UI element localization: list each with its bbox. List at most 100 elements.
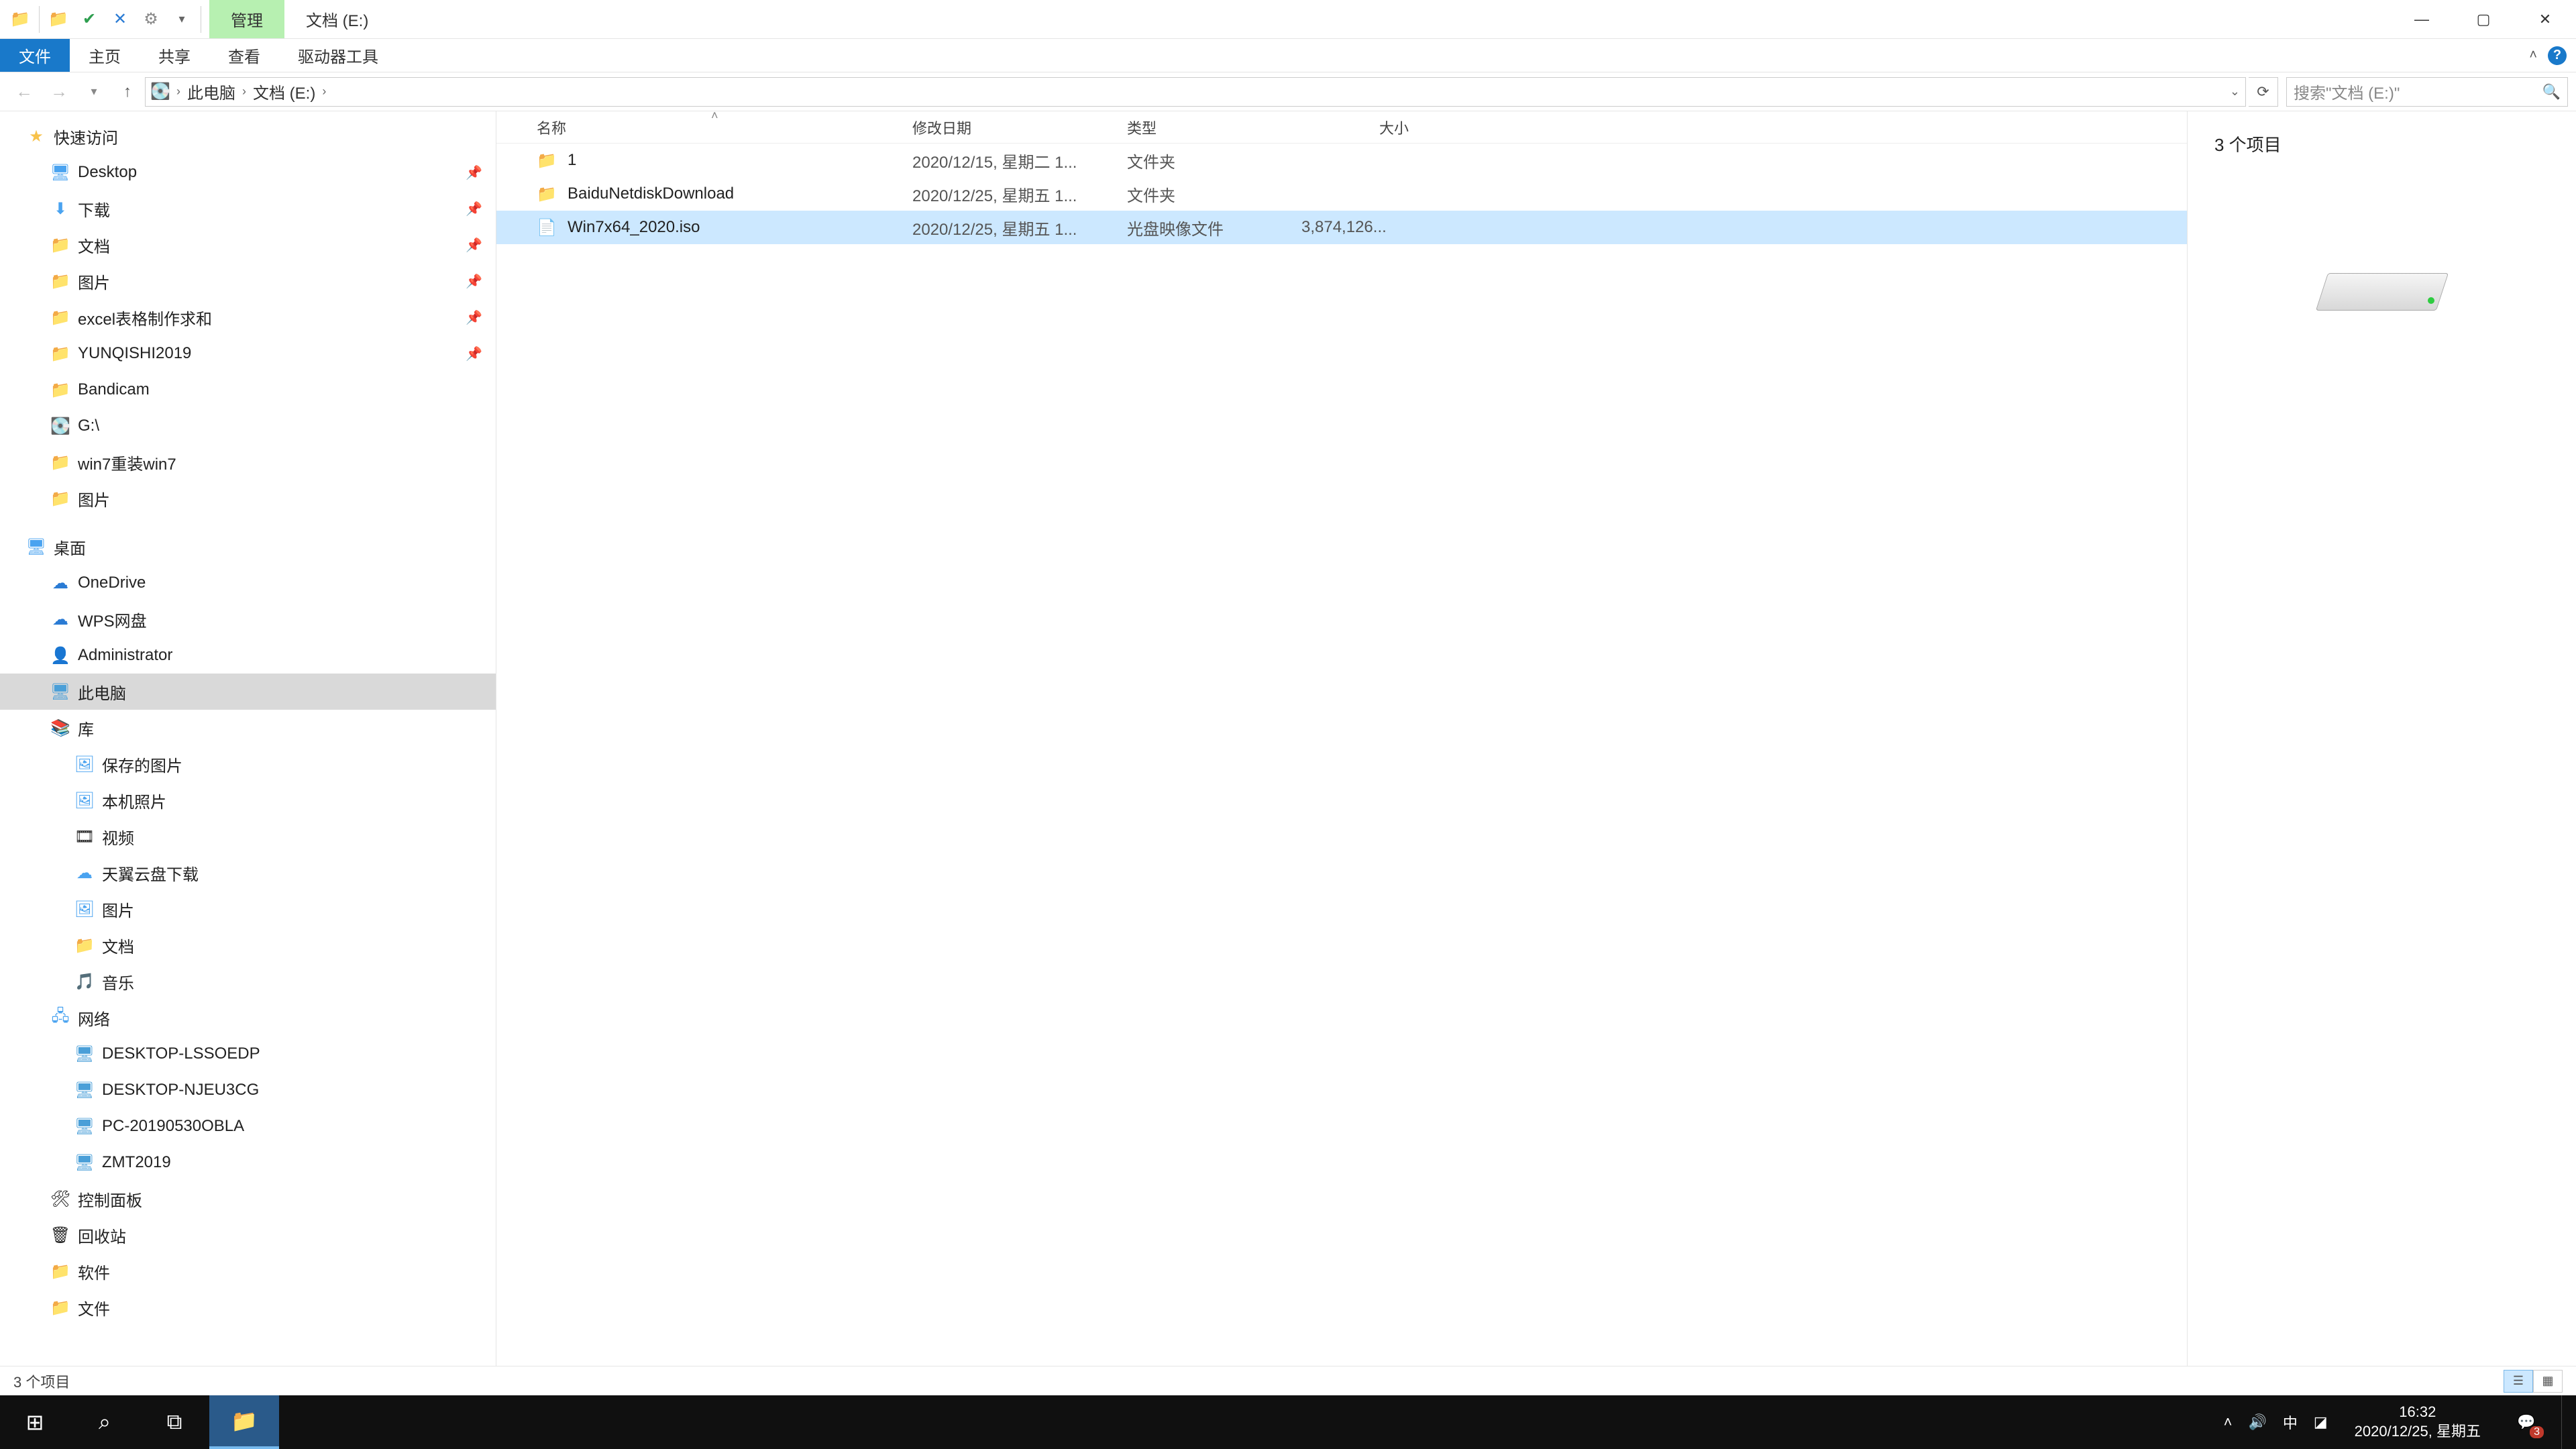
qat-close-icon[interactable]: ✕ xyxy=(105,5,135,34)
nav-back-button[interactable]: ← xyxy=(8,76,40,108)
tree-network-pc3[interactable]: 🖥PC-20190530OBLA xyxy=(0,1108,496,1144)
address-dropdown-icon[interactable]: ⌄ xyxy=(2230,85,2240,99)
ribbon-tab-view[interactable]: 查看 xyxy=(209,39,279,72)
nav-up-button[interactable]: ↑ xyxy=(113,77,142,107)
column-name[interactable]: 名称 xyxy=(537,117,912,138)
qat-check-icon[interactable]: ✔ xyxy=(74,5,104,34)
pc-icon: 🖥 xyxy=(75,1117,94,1136)
tree-excel[interactable]: 📁excel表格制作求和📌 xyxy=(0,299,496,335)
nav-history-dropdown[interactable]: ▾ xyxy=(78,76,110,108)
app-icon[interactable]: 📁 xyxy=(5,5,35,34)
separator xyxy=(39,6,40,33)
tree-downloads[interactable]: ⬇下载📌 xyxy=(0,191,496,227)
tree-local-pictures[interactable]: 🖼本机照片 xyxy=(0,782,496,818)
tree-files[interactable]: 📁文件 xyxy=(0,1289,496,1326)
tree-network-pc1[interactable]: 🖥DESKTOP-LSSOEDP xyxy=(0,1036,496,1072)
qat-gear-icon[interactable]: ⚙ xyxy=(136,5,166,34)
main-content: ★快速访问 🖥Desktop📌 ⬇下载📌 📁文档📌 📁图片📌 📁excel表格制… xyxy=(0,111,2576,1366)
details-view-button[interactable]: ☰ xyxy=(2504,1370,2533,1393)
search-button[interactable]: ⌕ xyxy=(70,1395,140,1449)
library-icon: 📚 xyxy=(51,718,70,737)
minimize-button[interactable]: — xyxy=(2391,0,2453,39)
address-bar[interactable]: 💽 › 此电脑 › 文档 (E:) › ⌄ xyxy=(145,77,2246,107)
ribbon-collapse-icon[interactable]: ˄ xyxy=(2529,48,2537,63)
chevron-right-icon[interactable]: › xyxy=(172,85,184,99)
tree-network-pc2[interactable]: 🖥DESKTOP-NJEU3CG xyxy=(0,1072,496,1108)
breadcrumb-this-pc[interactable]: 此电脑 xyxy=(187,80,235,103)
cloud-icon: ☁ xyxy=(51,610,70,629)
tree-pictures2[interactable]: 📁图片 xyxy=(0,480,496,517)
tree-recycle-bin[interactable]: 🗑回收站 xyxy=(0,1217,496,1253)
tree-documents[interactable]: 📁文档📌 xyxy=(0,227,496,263)
tree-control-panel[interactable]: 🛠控制面板 xyxy=(0,1181,496,1217)
tree-network[interactable]: 🖧网络 xyxy=(0,1000,496,1036)
qat-folder-icon[interactable]: 📁 xyxy=(44,5,73,34)
icons-view-button[interactable]: ▦ xyxy=(2533,1370,2563,1393)
task-view-button[interactable]: ⧉ xyxy=(140,1395,209,1449)
folder-icon: 📁 xyxy=(51,344,70,363)
tree-lib-music[interactable]: 🎵音乐 xyxy=(0,963,496,1000)
tree-label: 图片 xyxy=(78,270,110,293)
ime-indicator[interactable]: 中 xyxy=(2283,1411,2298,1433)
column-size[interactable]: 大小 xyxy=(1301,117,1422,138)
ribbon-tab-file[interactable]: 文件 xyxy=(0,39,70,72)
qat-dropdown-icon[interactable]: ▾ xyxy=(167,5,197,34)
tree-quick-access[interactable]: ★快速访问 xyxy=(0,118,496,154)
file-row[interactable]: 📄Win7x64_2020.iso2020/12/25, 星期五 1...光盘映… xyxy=(496,211,2187,244)
tree-software[interactable]: 📁软件 xyxy=(0,1253,496,1289)
tree-bandicam[interactable]: 📁Bandicam xyxy=(0,372,496,408)
file-icon: 📄 xyxy=(537,217,557,237)
close-button[interactable]: ✕ xyxy=(2514,0,2576,39)
cloud-icon: ☁ xyxy=(51,574,70,592)
maximize-button[interactable]: ▢ xyxy=(2453,0,2514,39)
tree-gdrive[interactable]: 💽G:\ xyxy=(0,408,496,444)
search-box[interactable]: 搜索"文档 (E:)" 🔍 xyxy=(2286,77,2568,107)
preview-pane: 3 个项目 xyxy=(2187,111,2576,1366)
tree-libraries[interactable]: 📚库 xyxy=(0,710,496,746)
tree-admin[interactable]: 👤Administrator xyxy=(0,637,496,674)
folder-icon: 📁 xyxy=(51,489,70,508)
show-desktop-button[interactable] xyxy=(2561,1395,2569,1449)
tree-this-pc[interactable]: 🖥此电脑 xyxy=(0,674,496,710)
tray-overflow-icon[interactable]: ˄ xyxy=(2224,1413,2233,1431)
file-row[interactable]: 📁12020/12/15, 星期二 1...文件夹 xyxy=(496,144,2187,177)
tree-desktop[interactable]: 🖥Desktop📌 xyxy=(0,154,496,191)
tree-pictures[interactable]: 📁图片📌 xyxy=(0,263,496,299)
tree-tianyi[interactable]: ☁天翼云盘下载 xyxy=(0,855,496,891)
file-date: 2020/12/25, 星期五 1... xyxy=(912,182,1127,206)
tree-yunqishi[interactable]: 📁YUNQISHI2019📌 xyxy=(0,335,496,372)
column-type[interactable]: 类型 xyxy=(1127,117,1301,138)
action-center-icon[interactable]: 💬3 xyxy=(2508,1403,2545,1441)
tree-desktop-root[interactable]: 🖥桌面 xyxy=(0,529,496,565)
tree-label: ZMT2019 xyxy=(102,1153,171,1172)
tree-network-pc4[interactable]: 🖥ZMT2019 xyxy=(0,1144,496,1181)
tree-onedrive[interactable]: ☁OneDrive xyxy=(0,565,496,601)
refresh-button[interactable]: ⟳ xyxy=(2249,77,2278,107)
volume-icon[interactable]: 🔊 xyxy=(2248,1413,2266,1431)
chevron-right-icon[interactable]: › xyxy=(318,85,330,99)
ribbon-tabs: 文件 主页 共享 查看 驱动器工具 ˄ ? xyxy=(0,39,2576,72)
tree-wps[interactable]: ☁WPS网盘 xyxy=(0,601,496,637)
ribbon-tab-home[interactable]: 主页 xyxy=(70,39,140,72)
tree-lib-documents[interactable]: 📁文档 xyxy=(0,927,496,963)
tree-videos[interactable]: 🎞视频 xyxy=(0,818,496,855)
help-icon[interactable]: ? xyxy=(2548,46,2567,65)
ribbon-tab-drive-tools[interactable]: 驱动器工具 xyxy=(279,39,397,72)
tree-saved-pictures[interactable]: 🖼保存的图片 xyxy=(0,746,496,782)
column-date[interactable]: 修改日期 xyxy=(912,117,1127,138)
clock[interactable]: 16:32 2020/12/25, 星期五 xyxy=(2344,1403,2491,1441)
breadcrumb-location[interactable]: 文档 (E:) xyxy=(253,80,315,103)
search-icon[interactable]: 🔍 xyxy=(2542,83,2561,101)
start-button[interactable]: ⊞ xyxy=(0,1395,70,1449)
tree-lib-pictures[interactable]: 🖼图片 xyxy=(0,891,496,927)
chevron-right-icon[interactable]: › xyxy=(238,85,250,99)
tray-app-icon[interactable]: ◪ xyxy=(2314,1413,2328,1431)
file-explorer-taskbar-icon[interactable]: 📁 xyxy=(209,1395,279,1449)
nav-forward-button[interactable]: → xyxy=(43,76,75,108)
contextual-tab-manage[interactable]: 管理 xyxy=(209,0,284,38)
file-row[interactable]: 📁BaiduNetdiskDownload2020/12/25, 星期五 1..… xyxy=(496,177,2187,211)
ribbon-tab-share[interactable]: 共享 xyxy=(140,39,209,72)
tree-win7[interactable]: 📁win7重装win7 xyxy=(0,444,496,480)
tree-label: 快速访问 xyxy=(54,125,118,148)
image-icon: 🖼 xyxy=(75,900,94,918)
